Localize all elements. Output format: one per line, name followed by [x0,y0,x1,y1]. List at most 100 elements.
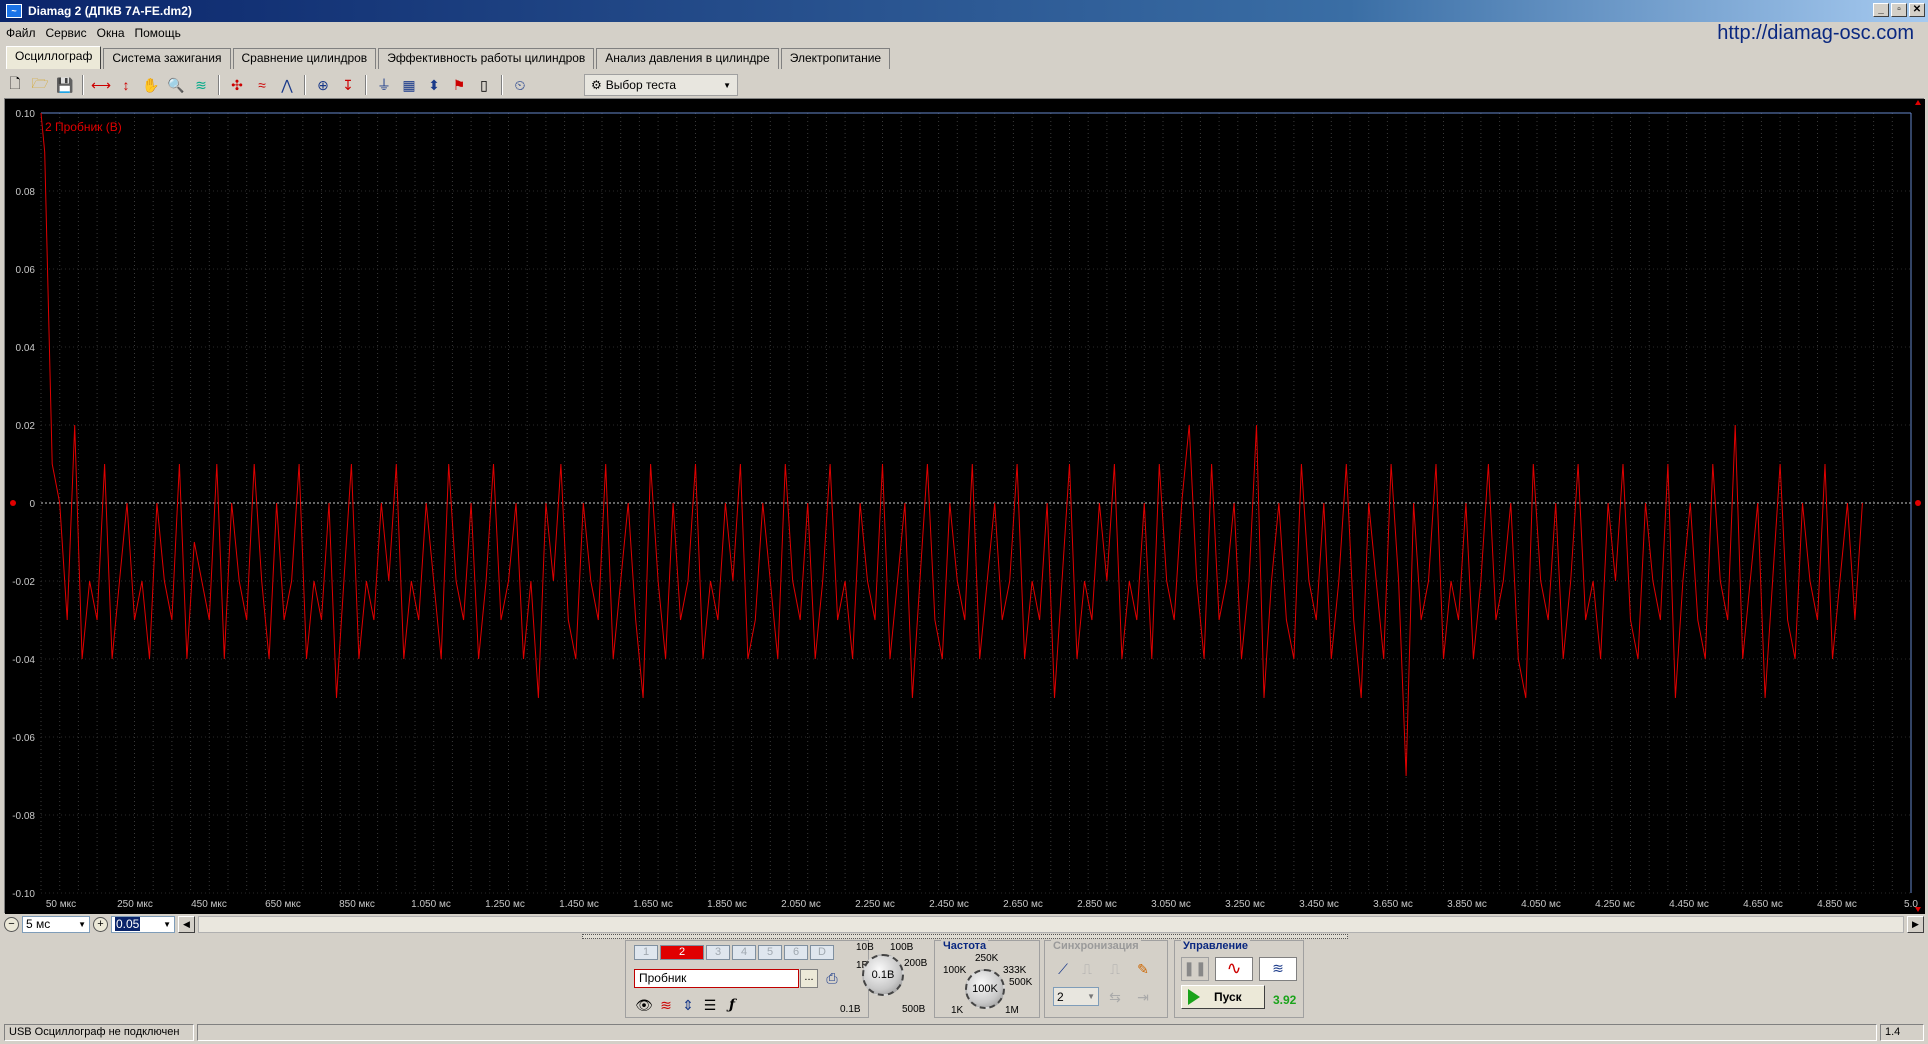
waveform-icon[interactable]: ≋ [656,995,676,1015]
tab-power-supply[interactable]: Электропитание [780,48,891,69]
probe-browse-button[interactable]: ... [800,969,818,988]
horizontal-scrollbar[interactable] [198,915,1904,933]
menu-help[interactable]: Помощь [135,26,181,40]
sync-channel-select[interactable]: 2 ▼ [1053,987,1099,1006]
x-tick-label: 1.650 мс [633,899,673,910]
tab-pressure-analysis[interactable]: Анализ давления в цилиндре [596,48,779,69]
x-tick-label: 4.450 мс [1669,899,1709,910]
flag-icon[interactable]: ⚑ [448,74,470,96]
tab-cylinder-efficiency[interactable]: Эффективность работы цилиндров [378,48,595,69]
horizontal-cursor-icon[interactable]: ⟷ [90,74,112,96]
lines-icon[interactable]: ☰ [700,995,720,1015]
x-tick-label: 4.050 мс [1521,899,1561,910]
scroll-left-arrow[interactable]: ◀ [178,915,195,933]
auto-sync-icon[interactable]: ✎ [1133,959,1153,979]
sync-position-icon[interactable]: ⇥ [1133,987,1153,1007]
y-tick-label: -0.02 [12,577,35,588]
center-icon[interactable]: ✣ [226,74,248,96]
restore-button[interactable]: ▫ [1891,3,1907,17]
y-tick-label: 0.10 [16,109,36,120]
markers-icon[interactable]: ⬍ [423,74,445,96]
multi-wave-icon[interactable]: ≋ [1259,957,1297,981]
channel-6-button[interactable]: 6 [784,945,808,960]
tab-ignition[interactable]: Система зажигания [103,48,231,69]
knob-label-10v: 10В [856,942,874,953]
y-tick-label: -0.06 [12,733,35,744]
scope-background [5,99,1925,914]
scroll-right-arrow[interactable]: ▶ [1907,915,1924,933]
x-tick-label: 250 мкс [117,899,153,910]
zoom-in-time-icon[interactable]: + [93,916,108,932]
test-select-dropdown[interactable]: ⚙ Выбор теста ▼ [584,74,738,96]
auto-scale-icon[interactable]: ⊕ [312,74,334,96]
frequency-group: Частота 250K 100K 333K 500K 1K 1M 100K [934,940,1040,1018]
channel-5-button[interactable]: 5 [758,945,782,960]
scope-svg[interactable]: 0.10 0.08 0.06 0.04 0.02 0 -0.02 -0.04 -0.06 -0.0… [5,99,1925,914]
filter-icon[interactable]: ⏚ [373,74,395,96]
channel-d-button[interactable]: D [810,945,834,960]
x-tick-label: 1.050 мс [411,899,451,910]
waveforms-icon[interactable]: ≈ [251,74,273,96]
tab-cylinder-compare[interactable]: Сравнение цилиндров [232,48,377,69]
y-tick-label: -0.04 [12,655,35,666]
vertical-cursor-icon[interactable]: ↕ [115,74,137,96]
zero-offset-icon[interactable]: ↧ [337,74,359,96]
probe-settings-icon[interactable]: ⎙ [822,968,842,988]
tab-oscilloscope[interactable]: Осциллограф [6,46,102,69]
close-button[interactable]: ✕ [1909,3,1925,17]
single-wave-icon[interactable]: ∿ [1215,957,1253,981]
voltage-knob[interactable]: 0.1В [862,954,904,996]
knob-label-01v: 0.1В [840,1004,861,1015]
offset-value: 0.05 [115,917,141,931]
zoom-out-time-icon[interactable]: − [4,916,19,932]
menu-file[interactable]: Файл [6,26,36,40]
minimize-button[interactable]: _ [1873,3,1889,17]
menu-windows[interactable]: Окна [97,26,125,40]
x-tick-label: 2.650 мс [1003,899,1043,910]
frequency-knob[interactable]: 100K [965,969,1005,1009]
control-group: Управление ❚❚ ∿ ≋ Пуск 3.92 [1174,940,1304,1018]
x-tick-label: 1.450 мс [559,899,599,910]
channel-4-button[interactable]: 4 [732,945,756,960]
menu-service[interactable]: Сервис [46,26,87,40]
status-middle [197,1024,1877,1041]
pulse-up-icon[interactable]: ⎍ [1077,959,1097,979]
freq-label-1m: 1M [1005,1005,1019,1016]
pulse-down-icon[interactable]: ⎍ [1105,959,1125,979]
auto-gauge-icon[interactable]: ⏲ [509,74,531,96]
y-tick-label: 0.04 [16,343,36,354]
channel-2-button[interactable]: 2 [660,945,704,960]
start-button[interactable]: Пуск [1181,985,1265,1009]
eye-icon[interactable]: 👁 [634,995,654,1015]
timebase-select[interactable]: 5 мс ▼ [22,915,90,933]
hand-pan-icon[interactable]: ✋ [140,74,162,96]
panel-splitter[interactable] [582,934,1348,939]
open-folder-icon[interactable]: 🗁 [29,74,51,96]
new-file-icon[interactable]: 🗋 [4,74,26,96]
x-tick-label: 3.050 мс [1151,899,1191,910]
zoom-icon[interactable]: 🔍 [165,74,187,96]
test-select-label: Выбор теста [605,78,677,92]
oscilloscope-plot[interactable]: 0.10 0.08 0.06 0.04 0.02 0 -0.02 -0.04 -0.06 -0.0… [4,98,1925,914]
channel-1-button[interactable]: 1 [634,945,658,960]
x-tick-label: 1.850 мс [707,899,747,910]
notes-icon[interactable]: ▯ [473,74,495,96]
website-link[interactable]: http://diamag-osc.com [1717,22,1914,45]
sync-level-icon[interactable]: ⇆ [1105,987,1125,1007]
pause-icon[interactable]: ❚❚ [1181,957,1209,981]
control-panel: 1 2 3 4 5 6 D Пробник ... ⎙ 👁 ≋ ⇕ ☰ ƒ 1В… [4,940,1924,1020]
rising-edge-icon[interactable]: ⟋ [1053,959,1073,979]
spectrum-icon[interactable]: ⋀ [276,74,298,96]
function-icon[interactable]: ƒ [722,995,742,1015]
freq-label-250k: 250K [975,953,999,964]
y-tick-label: -0.10 [12,889,35,900]
grid-icon[interactable]: ▦ [398,74,420,96]
control-value: 3.92 [1273,993,1297,1007]
probe-name-field[interactable]: Пробник [634,969,799,988]
save-icon[interactable]: 💾 [54,74,76,96]
x-tick-label: 4.850 мс [1817,899,1857,910]
channel-3-button[interactable]: 3 [706,945,730,960]
vertical-arrows-icon[interactable]: ⇕ [678,995,698,1015]
stack-icon[interactable]: ≋ [190,74,212,96]
offset-select[interactable]: 0.05 ▼ [111,915,175,933]
